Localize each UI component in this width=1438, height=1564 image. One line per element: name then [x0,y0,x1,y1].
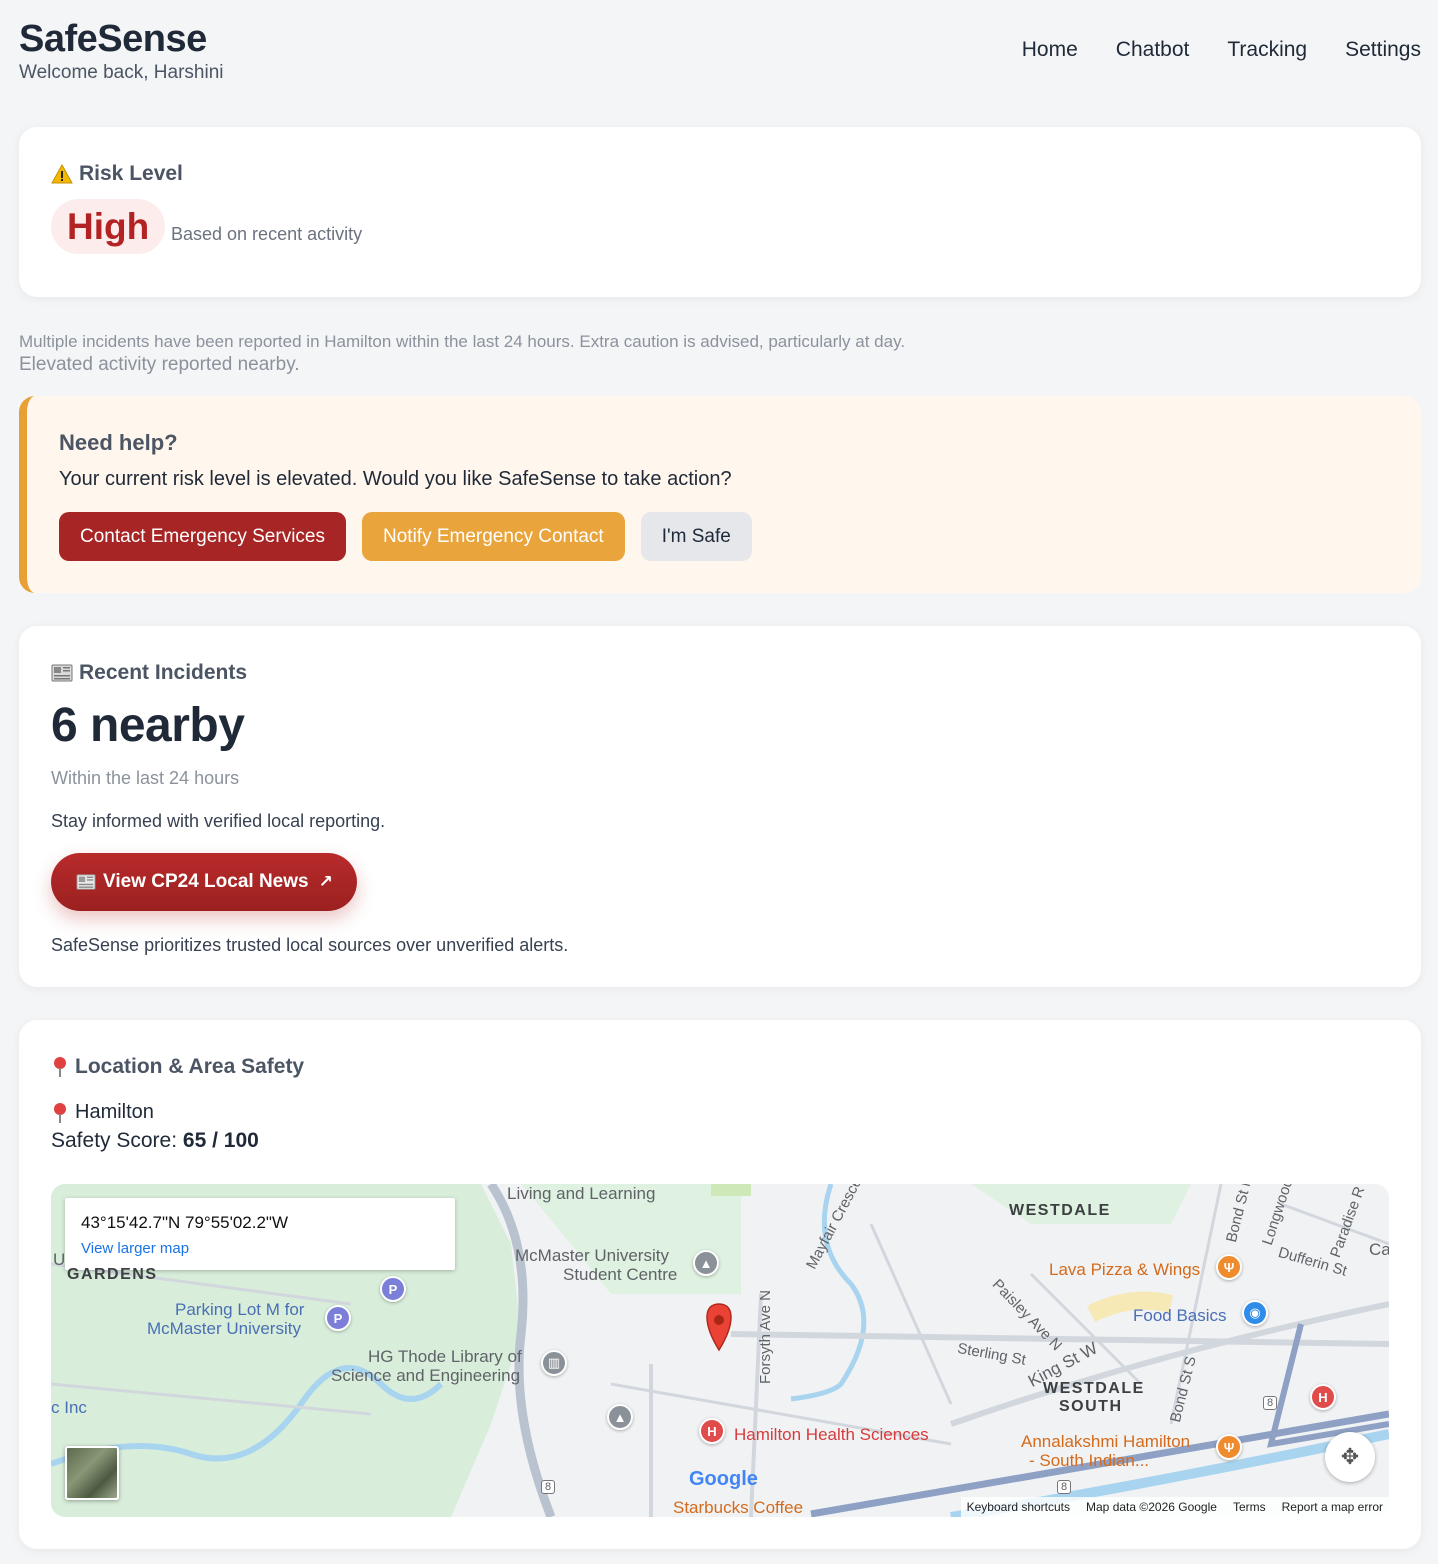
location-city: Hamilton [51,1101,154,1124]
map-label-forsyth: Forsyth Ave N [757,1290,774,1384]
map-label-westdale: WESTDALE [1009,1202,1111,1219]
hospital-icon[interactable]: H [1310,1384,1336,1410]
map-label-thode2: Science and Engineering [331,1366,521,1385]
risk-description-line1: Multiple incidents have been reported in… [19,332,906,351]
help-actions: Contact Emergency Services Notify Emerge… [59,512,752,561]
location-card: Location & Area Safety Hamilton Safety S… [19,1020,1421,1549]
map-label-living: Living and Learning [507,1184,656,1203]
map-label-hamilton-health: Hamilton Health Sciences [734,1425,929,1444]
map-label-gardens: GARDENS [67,1266,158,1283]
pin-icon [54,1057,66,1077]
safety-score: Safety Score: 65 / 100 [51,1129,259,1153]
incident-window: Within the last 24 hours [51,768,240,788]
map-label-inc: c Inc [51,1398,87,1417]
location-title-label: Location & Area Safety [75,1055,305,1078]
school-icon[interactable]: ▲ [693,1250,719,1276]
main-nav: Home Chatbot Tracking Settings [1022,38,1421,62]
map-label-westdale-south1: WESTDALE [1043,1380,1145,1397]
cart-icon[interactable]: ◉ [1242,1300,1268,1326]
im-safe-button[interactable]: I'm Safe [640,512,752,561]
nav-chatbot[interactable]: Chatbot [1116,38,1190,62]
report-error-link[interactable]: Report a map error [1282,1500,1383,1514]
view-news-label: View CP24 Local News [103,871,309,892]
map-embed[interactable]: 43°15'42.7"N 79°55'02.2"W View larger ma… [51,1184,1389,1517]
keyboard-shortcuts-link[interactable]: Keyboard shortcuts [967,1500,1070,1514]
notify-contact-button[interactable]: Notify Emergency Contact [362,512,625,561]
contact-emergency-button[interactable]: Contact Emergency Services [59,512,346,561]
map-label-annalakshmi2: - South Indian... [1029,1451,1150,1470]
incidents-footer: SafeSense prioritizes trusted local sour… [51,935,569,955]
route-8-sign: 8 [1057,1480,1072,1494]
welcome-text: Welcome back, Harshini [19,62,224,83]
map-label-parking2: McMaster University [147,1319,301,1338]
newspaper-icon [51,664,73,682]
restaurant-icon[interactable]: Ψ [1216,1254,1242,1280]
map-camera-control[interactable]: ✥ [1325,1432,1375,1482]
risk-title-label: Risk Level [79,162,183,185]
route-8-sign: 8 [1263,1396,1278,1410]
risk-subtitle: Based on recent activity [171,224,363,244]
nav-home[interactable]: Home [1022,38,1078,62]
school-icon[interactable]: ▲ [607,1404,633,1430]
map-label-starbucks: Starbucks Coffee [673,1498,804,1517]
map-attribution: Keyboard shortcuts Map data ©2026 Google… [960,1497,1389,1517]
brand-title: SafeSense [19,18,207,60]
move-icon: ✥ [1340,1444,1360,1469]
view-larger-map-link[interactable]: View larger map [81,1240,189,1257]
google-logo: Google [689,1468,758,1490]
terms-link[interactable]: Terms [1233,1500,1266,1514]
map-data-text: Map data ©2026 Google [1086,1500,1217,1514]
help-title: Need help? [59,430,178,455]
app-header: SafeSense Welcome back, Harshini Home Ch… [0,0,1438,110]
parking-icon[interactable]: P [380,1276,406,1302]
library-icon[interactable]: ▥ [541,1350,567,1376]
warning-icon [51,164,73,184]
nav-settings[interactable]: Settings [1345,38,1421,62]
satellite-toggle[interactable] [65,1446,119,1500]
map-info-window: 43°15'42.7"N 79°55'02.2"W View larger ma… [65,1198,455,1270]
location-title: Location & Area Safety [51,1055,304,1079]
map-label-mcmaster-sc1: McMaster University [515,1246,669,1265]
help-panel: Need help? Your current risk level is el… [19,396,1421,593]
pin-icon [54,1102,66,1123]
view-news-button[interactable]: View CP24 Local News ↗ [51,853,357,911]
risk-card: Risk Level High Based on recent activity [19,127,1421,297]
nav-tracking[interactable]: Tracking [1227,38,1307,62]
incident-info: Stay informed with verified local report… [51,811,386,831]
risk-level-badge: High [51,199,166,254]
risk-title: Risk Level [51,162,183,186]
map-label-u: U [53,1250,66,1269]
newspaper-icon [76,874,96,890]
incidents-title: Recent Incidents [51,661,247,685]
map-label-westdale-south2: SOUTH [1059,1398,1123,1415]
safety-score-value: 65 / 100 [182,1129,259,1152]
map-label-thode1: HG Thode Library of [368,1347,522,1366]
location-city-label: Hamilton [75,1101,154,1123]
risk-description: Multiple incidents have been reported in… [19,330,905,376]
help-text: Your current risk level is elevated. Wou… [59,468,732,490]
route-8-sign: 8 [541,1480,556,1494]
map-label-lava: Lava Pizza & Wings [1049,1260,1201,1279]
risk-description-line2: Elevated activity reported nearby. [19,354,300,375]
map-label-food-basics: Food Basics [1133,1306,1227,1325]
map-label-ca: Ca [1369,1240,1389,1259]
restaurant-icon[interactable]: Ψ [1216,1434,1242,1460]
map-label-annalakshmi1: Annalakshmi Hamilton [1021,1432,1191,1451]
safety-score-label: Safety Score: [51,1129,178,1152]
incidents-card: Recent Incidents 6 nearby Within the las… [19,626,1421,987]
incidents-title-label: Recent Incidents [79,661,248,684]
incident-count: 6 nearby [51,699,245,752]
external-link-icon: ↗ [318,872,333,891]
map-coordinates: 43°15'42.7"N 79°55'02.2"W [81,1213,289,1232]
map-label-mcmaster-sc2: Student Centre [563,1265,678,1284]
hospital-icon[interactable]: H [699,1418,725,1444]
parking-icon[interactable]: P [325,1305,351,1331]
map-label-parking1: Parking Lot M for [175,1300,305,1319]
